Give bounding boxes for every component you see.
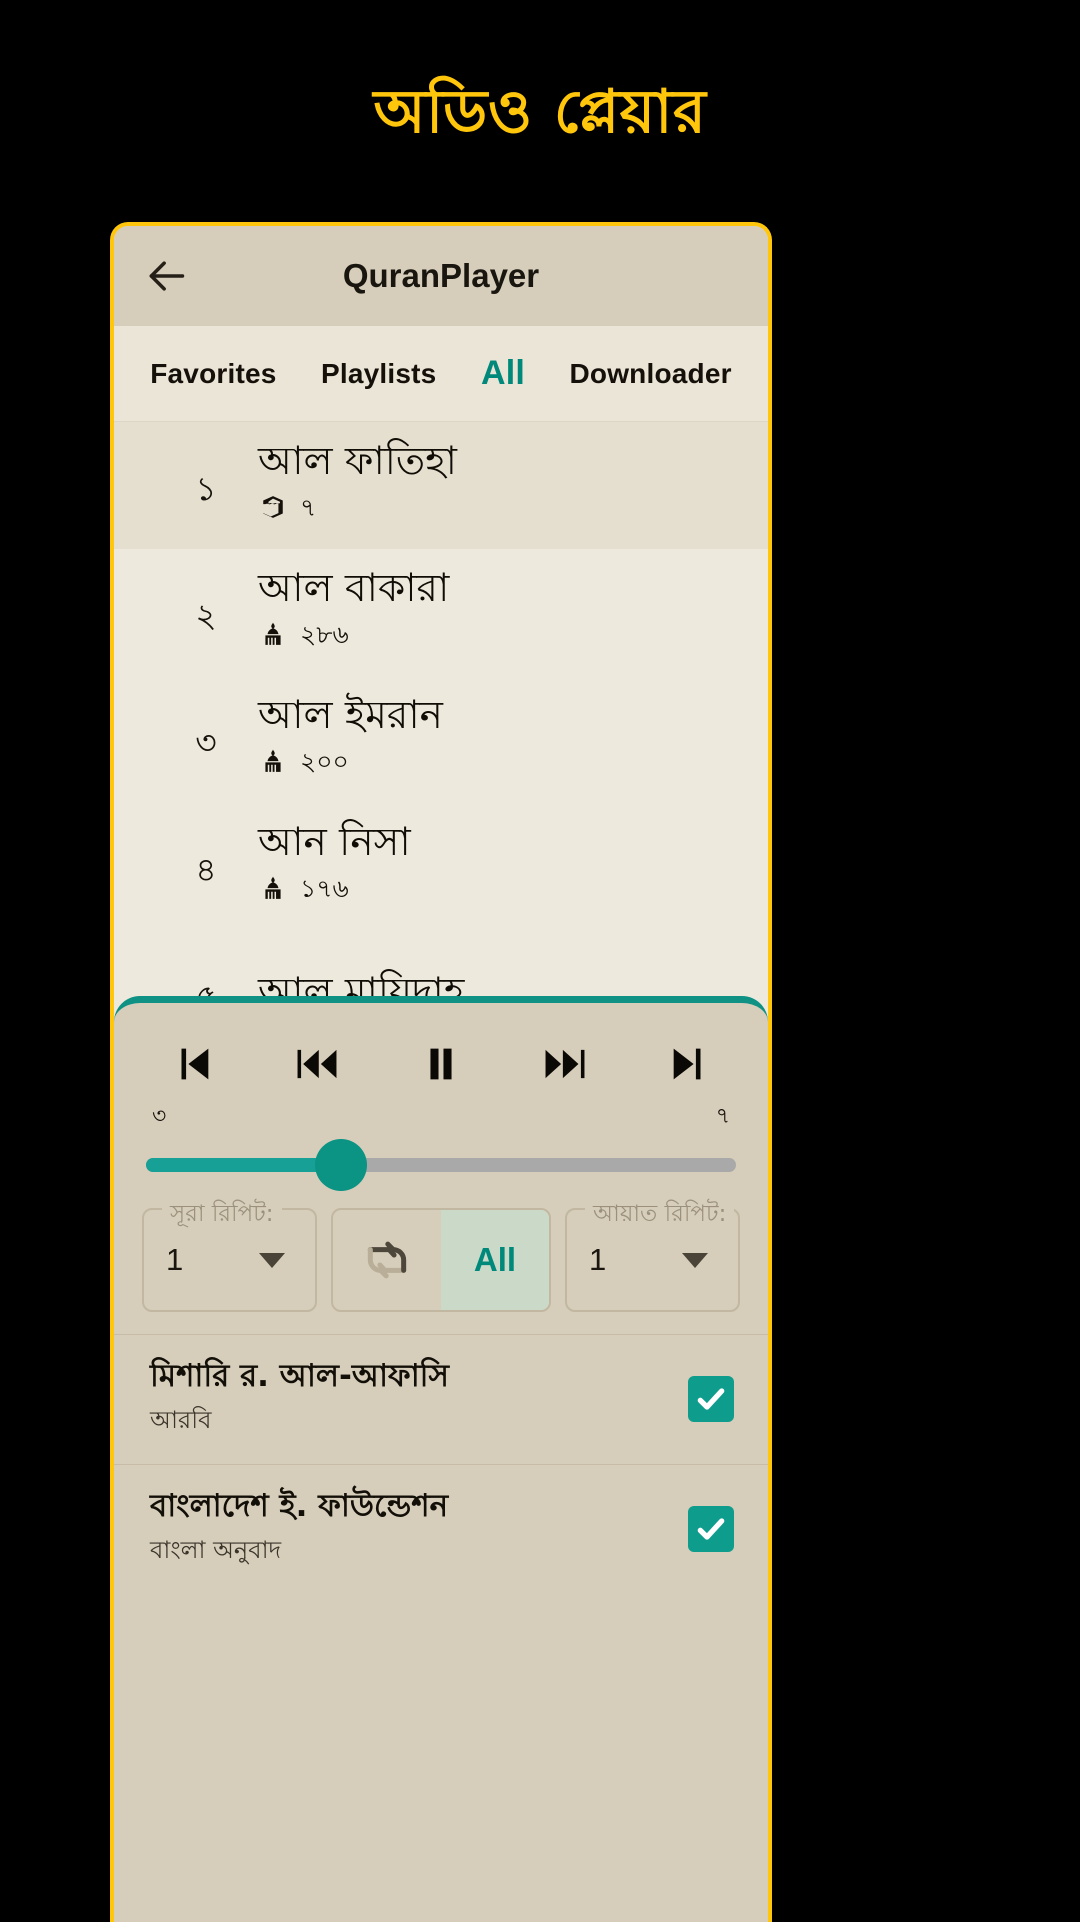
repeat-mode-all[interactable]: All [441, 1210, 549, 1310]
app-bar-title: QuranPlayer [342, 257, 540, 294]
app-bar: QuranPlayer [114, 226, 768, 326]
surah-verse-count: ৭ [300, 493, 317, 523]
chevron-down-icon[interactable] [259, 1252, 285, 1268]
surah-body: আন নিসা ১৭৬ [242, 819, 411, 913]
tab-downloader[interactable]: Downloader [565, 352, 735, 396]
rewind-icon[interactable] [286, 1033, 348, 1095]
seek-bar-container: ৩ ৭ [114, 1099, 768, 1191]
chevron-down-icon[interactable] [682, 1252, 708, 1268]
surah-list-item[interactable]: ১ আল ফাতিহা ৭ [114, 422, 768, 549]
surah-meta: ৭ [258, 488, 457, 531]
surah-number: ৩ [195, 723, 217, 762]
mosque-dome-icon [260, 621, 286, 652]
skip-next-icon[interactable] [658, 1033, 720, 1095]
player-panel: ৩ ৭ সূরা রিপিট: 1 All আয়াত রিপিট: 1 মিশ… [114, 996, 768, 1922]
surah-name: আল ফাতিহা [258, 438, 457, 484]
pause-icon[interactable] [410, 1033, 472, 1095]
surah-repeat-dropdown[interactable]: সূরা রিপিট: 1 [142, 1195, 317, 1312]
tab-bar: Favorites Playlists All Downloader [114, 326, 768, 422]
reciter-checkbox[interactable] [688, 1506, 734, 1553]
repeat-mode-label: All [473, 1241, 517, 1278]
surah-body: আল ইমরান ২০০ [242, 692, 443, 786]
mosque-dome-icon [260, 748, 286, 779]
surah-meta: ২০০ [258, 742, 443, 785]
ayah-repeat-dropdown[interactable]: আয়াত রিপিট: 1 [565, 1195, 740, 1312]
seek-thumb[interactable] [314, 1139, 367, 1191]
surah-name: আন নিসা [258, 819, 411, 865]
back-arrow-icon[interactable] [140, 250, 192, 302]
reciter-text: বাংলাদেশ ই. ফাউন্ডেশন বাংলা অনুবাদ [150, 1487, 448, 1572]
surah-verse-count: ১৭৬ [300, 874, 349, 904]
ayah-repeat-label: আয়াত রিপিট: [585, 1195, 735, 1234]
reciter-language: আরবি [150, 1405, 212, 1434]
seek-fill [146, 1158, 341, 1172]
surah-name: আল ইমরান [258, 692, 443, 738]
seek-labels: ৩ ৭ [146, 1099, 736, 1146]
tab-playlists[interactable]: Playlists [317, 352, 440, 396]
seek-total-label: ৭ [715, 1104, 730, 1129]
surah-body: আল বাকারা ২৮৬ [242, 565, 450, 659]
surah-list-item[interactable]: ৩ আল ইমরান ২০০ [114, 676, 768, 803]
reciter-language: বাংলা অনুবাদ [150, 1535, 282, 1564]
fast-forward-icon[interactable] [534, 1033, 596, 1095]
surah-repeat-label: সূরা রিপিট: [162, 1195, 282, 1234]
repeat-icon[interactable] [333, 1210, 441, 1310]
surah-name: আল বাকারা [258, 565, 450, 611]
transport-controls [114, 1003, 768, 1099]
reciter-name: মিশারি র. আল-আফাসি [150, 1358, 450, 1394]
surah-number: ১ [195, 469, 217, 508]
ayah-repeat-value: 1 [589, 1242, 607, 1277]
reciter-name: বাংলাদেশ ই. ফাউন্ডেশন [150, 1487, 449, 1524]
surah-list-item[interactable]: ৫ আল মায়িদাহ [114, 930, 768, 1002]
reciter-list: মিশারি র. আল-আফাসি আরবি বাংলাদেশ ই. ফাউন… [114, 1312, 768, 1594]
page-title: অডিও প্লেয়ার [373, 77, 707, 147]
reciter-row[interactable]: মিশারি র. আল-আফাসি আরবি [114, 1334, 768, 1464]
phone-frame: QuranPlayer Favorites Playlists All Down… [110, 222, 772, 1922]
surah-meta: ১৭৬ [258, 869, 411, 912]
seek-current-label: ৩ [152, 1104, 167, 1129]
repeat-controls: সূরা রিপিট: 1 All আয়াত রিপিট: 1 [114, 1180, 768, 1312]
surah-meta: ২৮৬ [258, 615, 449, 658]
surah-list-item[interactable]: ৪ আন নিসা ১৭৬ [114, 803, 768, 930]
reciter-checkbox[interactable] [688, 1376, 734, 1423]
surah-verse-count: ২৮৬ [300, 620, 349, 650]
kaaba-icon [260, 494, 286, 525]
skip-previous-icon[interactable] [162, 1033, 224, 1095]
surah-list[interactable]: ১ আল ফাতিহা ৭ ২ আল বাকারা ২৮৬ ৩ আল ইমরান… [114, 422, 768, 1002]
reciter-row[interactable]: বাংলাদেশ ই. ফাউন্ডেশন বাংলা অনুবাদ [114, 1463, 768, 1594]
surah-verse-count: ২০০ [300, 747, 349, 777]
repeat-mode-toggle[interactable]: All [331, 1208, 551, 1312]
surah-number: ২ [195, 596, 217, 635]
surah-number: ৪ [195, 850, 217, 889]
tab-favorites[interactable]: Favorites [146, 352, 280, 396]
mosque-dome-icon [260, 875, 286, 906]
reciter-text: মিশারি র. আল-আফাসি আরবি [150, 1357, 449, 1442]
surah-list-item[interactable]: ২ আল বাকারা ২৮৬ [114, 549, 768, 676]
surah-body: আল ফাতিহা ৭ [242, 438, 457, 532]
seek-slider[interactable] [146, 1139, 736, 1191]
surah-repeat-value: 1 [166, 1242, 184, 1277]
tab-all[interactable]: All [477, 348, 529, 399]
